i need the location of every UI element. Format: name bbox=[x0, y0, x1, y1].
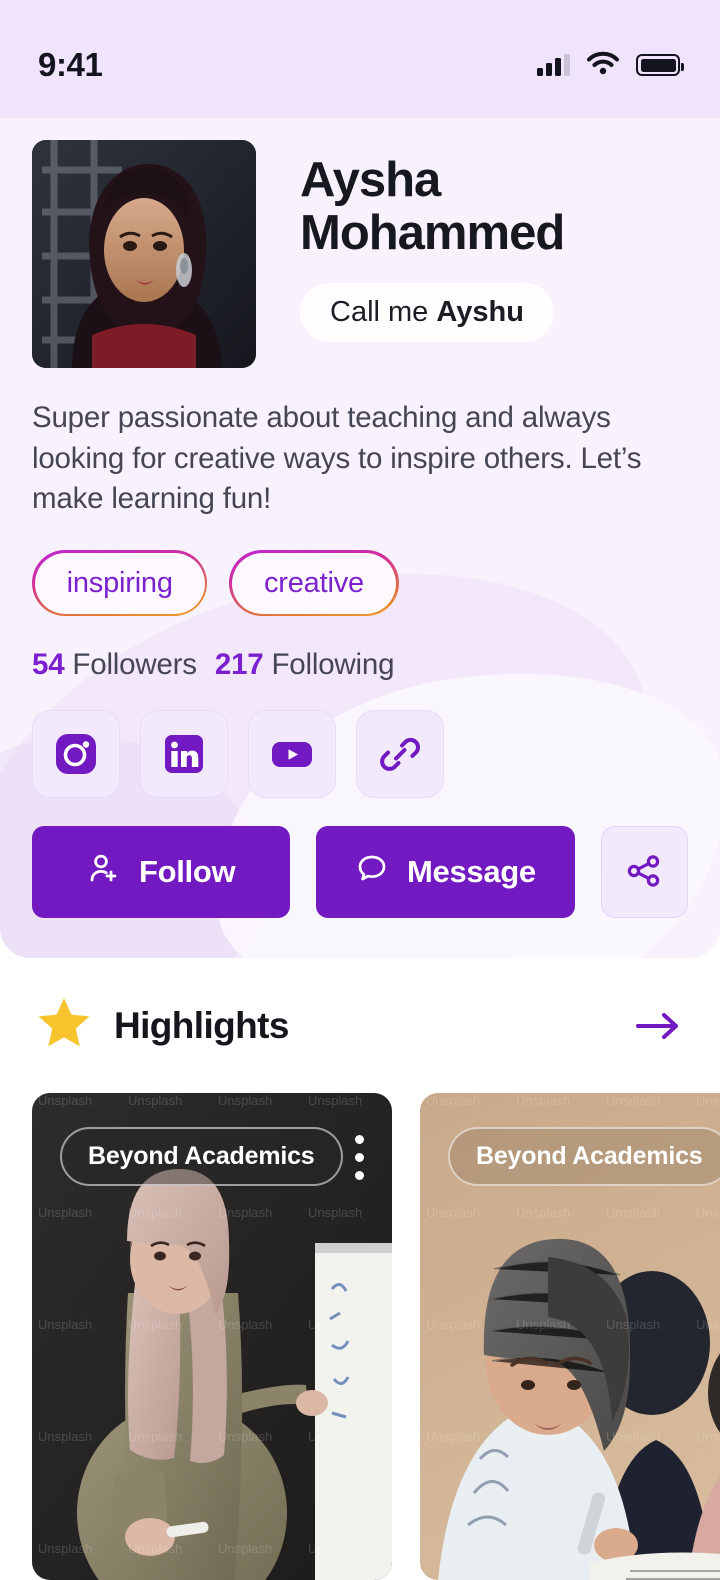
arrow-right-icon[interactable] bbox=[632, 1008, 684, 1044]
share-icon bbox=[624, 851, 664, 894]
following-label[interactable]: Following bbox=[271, 648, 394, 681]
tag-creative[interactable]: creative bbox=[229, 550, 399, 617]
tag-label: creative bbox=[231, 552, 396, 614]
linkedin-icon bbox=[162, 732, 206, 776]
nickname-pill: Call me Ayshu bbox=[300, 282, 554, 342]
nickname-prefix: Call me bbox=[330, 295, 437, 328]
battery-full-icon bbox=[636, 54, 684, 76]
profile-card: Aysha Mohammed Call me Ayshu Super passi… bbox=[0, 118, 720, 959]
avatar[interactable] bbox=[32, 140, 256, 368]
profile-stats: 54 Followers 217 Following bbox=[32, 648, 688, 682]
follow-button-label: Follow bbox=[138, 854, 236, 890]
message-button-label: Message bbox=[406, 854, 536, 890]
star-icon bbox=[36, 996, 92, 1055]
highlight-card[interactable]: UnsplashUnsplashUnsplashUnsplash Unsplas… bbox=[420, 1093, 720, 1580]
social-link-linkedin[interactable] bbox=[140, 710, 228, 799]
instagram-icon bbox=[54, 732, 98, 776]
wifi-icon bbox=[586, 51, 620, 80]
followers-label[interactable]: Followers bbox=[72, 648, 197, 681]
message-button[interactable]: Message bbox=[316, 826, 575, 919]
more-vertical-icon[interactable] bbox=[355, 1135, 364, 1181]
status-bar-time: 9:41 bbox=[38, 46, 103, 83]
highlights-title: Highlights bbox=[114, 1004, 289, 1046]
social-links bbox=[32, 710, 688, 799]
highlight-card[interactable]: UnsplashUnsplashUnsplashUnsplash Unsplas… bbox=[32, 1093, 392, 1580]
social-link-youtube[interactable] bbox=[248, 710, 336, 799]
cellular-signal-icon bbox=[537, 54, 570, 76]
user-plus-icon bbox=[87, 851, 121, 893]
tag-list: inspiring creative bbox=[32, 550, 688, 617]
status-bar-icons bbox=[537, 51, 684, 80]
tag-label: inspiring bbox=[34, 552, 205, 614]
following-count[interactable]: 217 bbox=[215, 648, 264, 681]
followers-count[interactable]: 54 bbox=[32, 648, 65, 681]
highlights-header: Highlights bbox=[0, 958, 720, 1055]
highlight-chip-label[interactable]: Beyond Academics bbox=[448, 1127, 720, 1187]
page-title: Aysha Mohammed bbox=[300, 153, 565, 261]
tag-inspiring[interactable]: inspiring bbox=[32, 550, 208, 617]
youtube-icon bbox=[269, 732, 315, 776]
nickname-value: Ayshu bbox=[436, 295, 524, 328]
action-buttons: Follow Message bbox=[32, 826, 688, 919]
follow-button[interactable]: Follow bbox=[32, 826, 291, 919]
chat-bubble-icon bbox=[355, 851, 389, 893]
status-bar: 9:41 bbox=[0, 0, 720, 118]
profile-header-row: Aysha Mohammed Call me Ayshu bbox=[32, 118, 688, 368]
highlights-carousel[interactable]: UnsplashUnsplashUnsplashUnsplash Unsplas… bbox=[0, 1055, 720, 1580]
social-link-website[interactable] bbox=[356, 710, 444, 799]
highlight-chip-label[interactable]: Beyond Academics bbox=[60, 1127, 343, 1187]
social-link-instagram[interactable] bbox=[32, 710, 120, 799]
profile-bio: Super passionate about teaching and alwa… bbox=[32, 401, 642, 516]
share-button[interactable] bbox=[600, 826, 688, 919]
link-icon bbox=[378, 732, 422, 776]
